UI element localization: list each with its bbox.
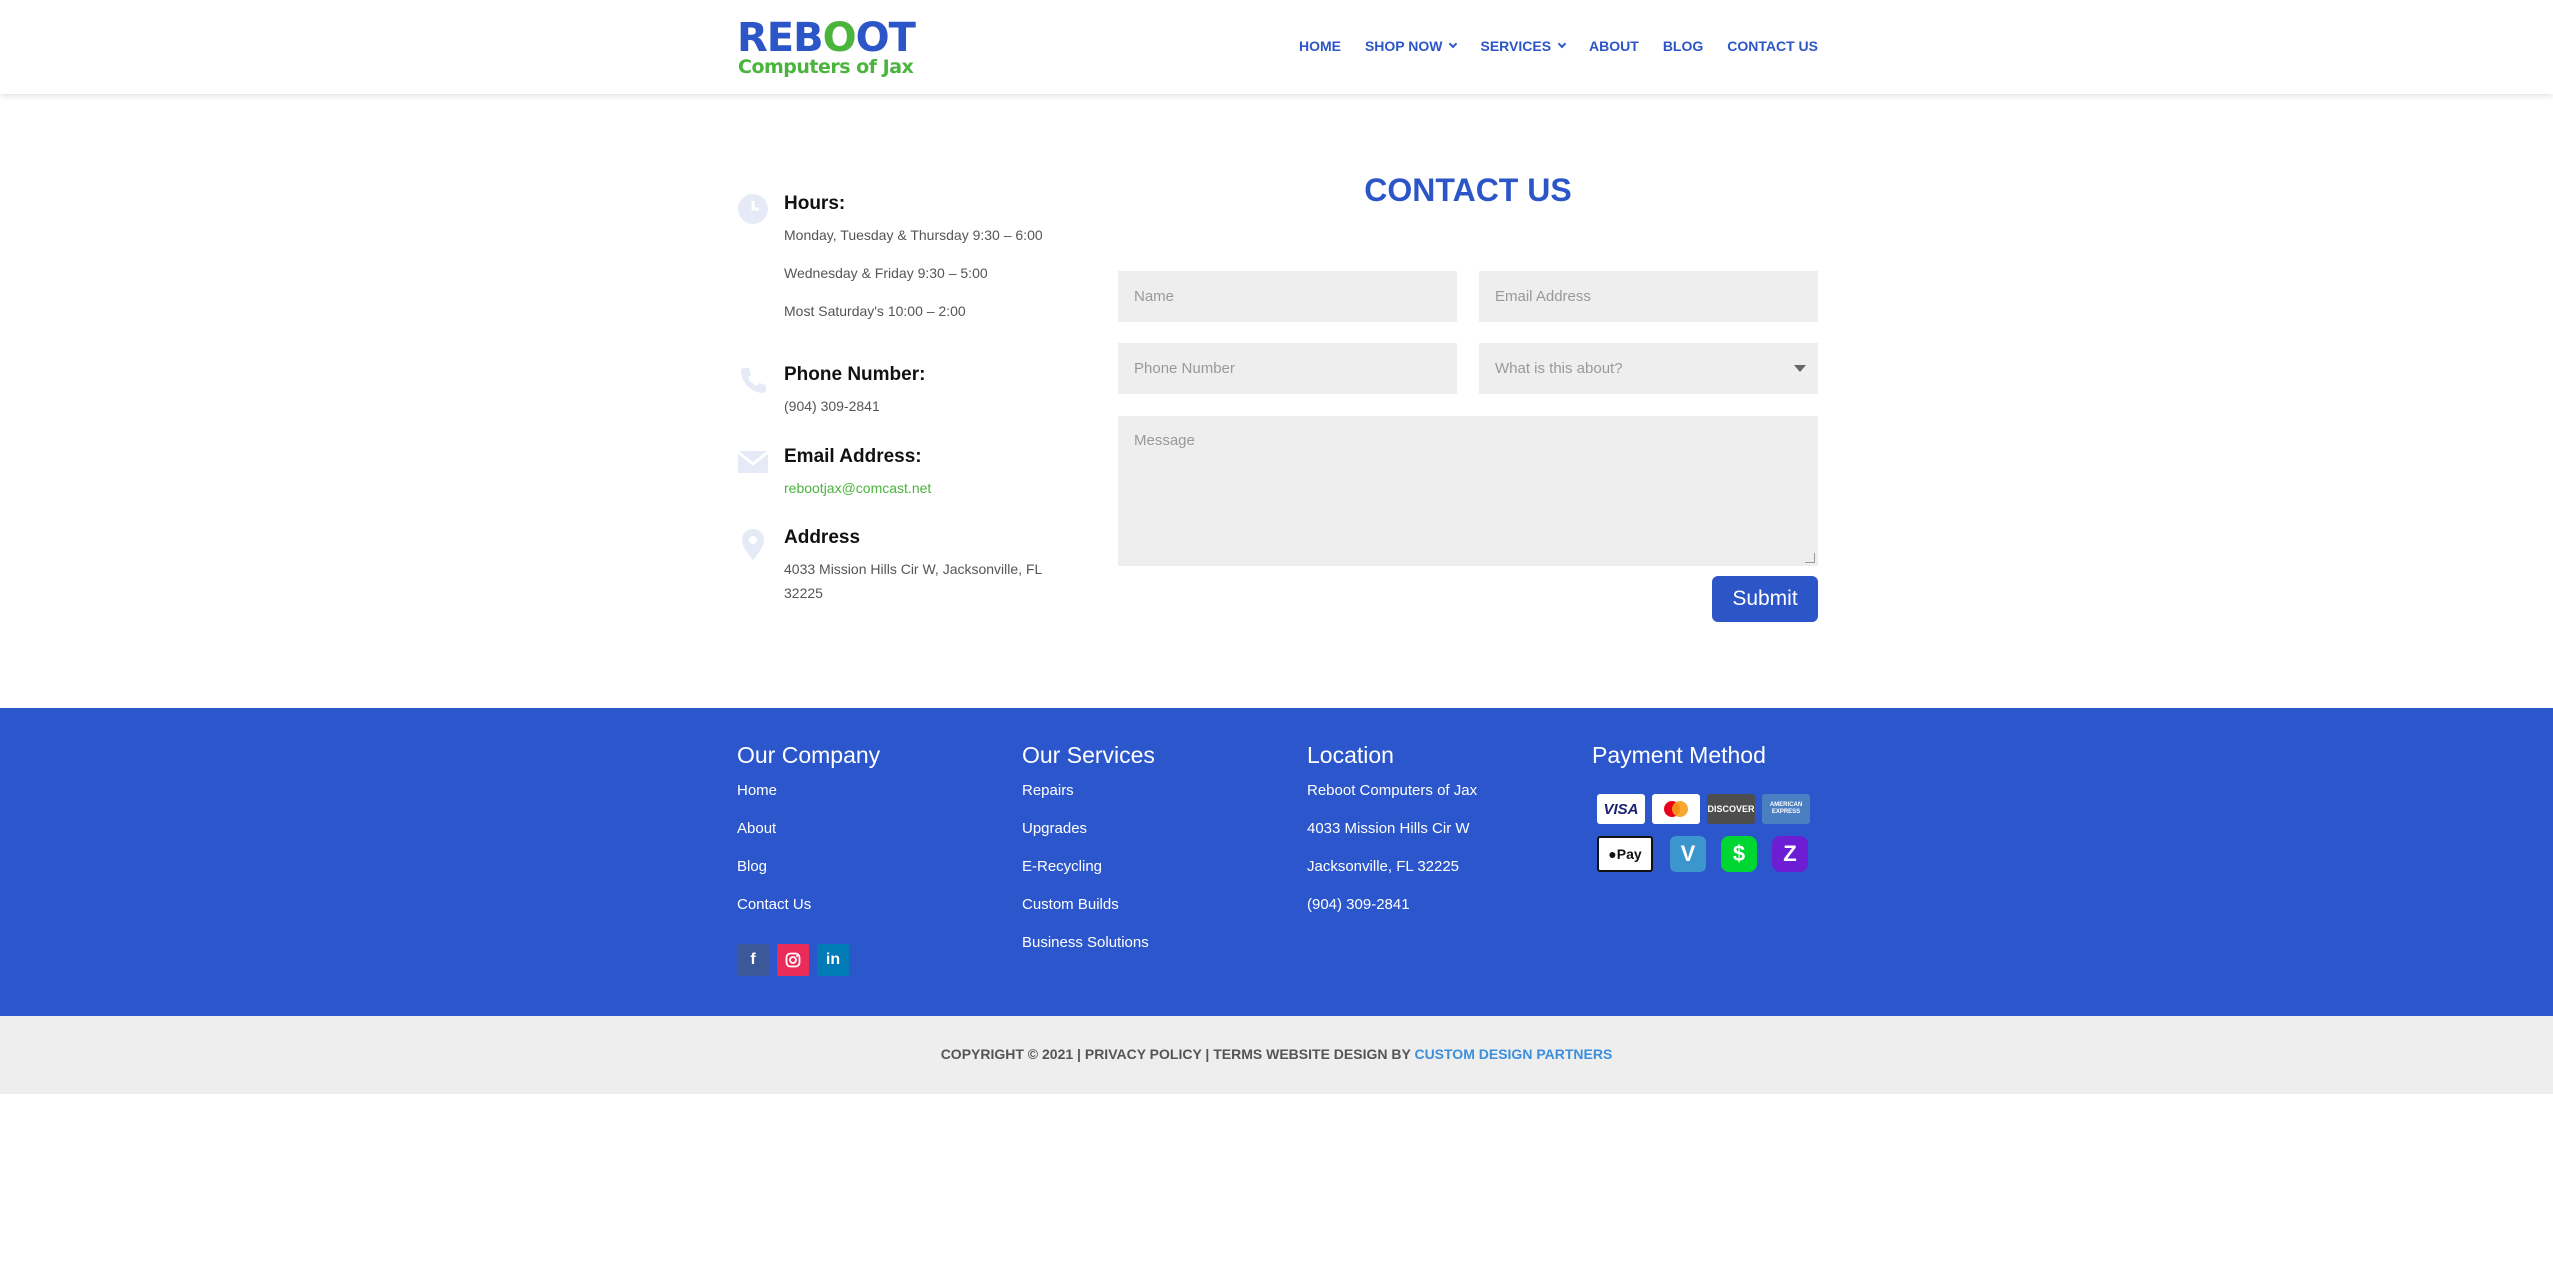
footer-services-heading: Our Services bbox=[1022, 742, 1155, 768]
footer-company: Our Company Home About Blog Contact Us bbox=[737, 742, 880, 933]
message-field[interactable]: Message bbox=[1118, 416, 1818, 566]
email-title: Email Address: bbox=[784, 446, 922, 467]
nav-services[interactable]: SERVICES bbox=[1480, 38, 1567, 54]
clock-icon bbox=[737, 193, 769, 225]
hours-line: Wednesday & Friday 9:30 – 5:00 bbox=[784, 265, 988, 281]
logo-wordmark: REBOOT bbox=[737, 15, 916, 61]
footer-link-upgrades[interactable]: Upgrades bbox=[1022, 819, 1155, 857]
footer-link-e-recycling[interactable]: E-Recycling bbox=[1022, 857, 1155, 895]
address-line: 32225 bbox=[784, 585, 823, 601]
linkedin-icon[interactable]: in bbox=[817, 944, 849, 976]
nav-contact-us[interactable]: CONTACT US bbox=[1727, 38, 1818, 54]
copyright: COPYRIGHT © 2021 | PRIVACY POLICY | TERM… bbox=[0, 1046, 2553, 1062]
nav-about-label: ABOUT bbox=[1589, 38, 1639, 54]
hours-line: Monday, Tuesday & Thursday 9:30 – 6:00 bbox=[784, 227, 1043, 243]
footer-link-business-solutions[interactable]: Business Solutions bbox=[1022, 933, 1155, 971]
phone-placeholder: Phone Number bbox=[1134, 360, 1235, 377]
nav-services-label: SERVICES bbox=[1480, 38, 1552, 54]
caret-down-icon bbox=[1794, 365, 1806, 372]
footer-location-heading: Location bbox=[1307, 742, 1394, 768]
site-logo[interactable]: REBOOT Computers of Jax bbox=[737, 15, 916, 78]
footer-link-contact[interactable]: Contact Us bbox=[737, 895, 880, 933]
phone-title: Phone Number: bbox=[784, 364, 926, 385]
apple-pay-label: Pay bbox=[1616, 846, 1642, 862]
instagram-icon[interactable] bbox=[777, 944, 809, 976]
nav-home-label: HOME bbox=[1298, 38, 1341, 54]
location-line: Jacksonville, FL 32225 bbox=[1307, 858, 1460, 875]
message-placeholder: Message bbox=[1134, 432, 1195, 449]
topic-select[interactable]: What is this about? bbox=[1479, 343, 1818, 394]
footer-link-home[interactable]: Home bbox=[737, 781, 880, 819]
location-line: (904) 309-2841 bbox=[1307, 896, 1410, 913]
footer-link-blog[interactable]: Blog bbox=[737, 857, 880, 895]
phone-value: (904) 309-2841 bbox=[784, 398, 880, 414]
topic-placeholder: What is this about? bbox=[1495, 360, 1623, 377]
main-nav: HOME SHOP NOW SERVICES ABOUT BLOG CONTAC… bbox=[1275, 38, 1818, 54]
name-field[interactable]: Name bbox=[1118, 271, 1457, 322]
resize-handle-icon[interactable] bbox=[1805, 553, 1815, 563]
logo-tagline: Computers of Jax bbox=[738, 56, 914, 78]
address-title: Address bbox=[784, 527, 861, 548]
copyright-text: COPYRIGHT © 2021 | PRIVACY POLICY | TERM… bbox=[940, 1046, 1415, 1062]
email-placeholder: Email Address bbox=[1495, 288, 1591, 305]
payment-methods: VISA DISCOVER AMERICAN EXPRESS ● Pay V $ … bbox=[1597, 794, 1813, 880]
footer-location: Location Reboot Computers of Jax 4033 Mi… bbox=[1307, 742, 1477, 933]
designer-link[interactable]: CUSTOM DESIGN PARTNERS bbox=[1414, 1046, 1612, 1062]
location-line: Reboot Computers of Jax bbox=[1307, 782, 1478, 799]
mastercard-icon bbox=[1652, 794, 1700, 824]
discover-card-icon: DISCOVER bbox=[1707, 794, 1755, 824]
nav-shop-now[interactable]: SHOP NOW bbox=[1364, 38, 1458, 54]
footer-company-heading: Our Company bbox=[737, 742, 881, 768]
submit-button[interactable]: Submit bbox=[1712, 576, 1818, 622]
nav-about[interactable]: ABOUT bbox=[1589, 38, 1639, 54]
apple-icon: ● bbox=[1608, 846, 1617, 862]
hours-title: Hours: bbox=[784, 193, 846, 214]
facebook-icon[interactable]: f bbox=[737, 944, 769, 976]
address-line: 4033 Mission Hills Cir W, Jacksonville, … bbox=[784, 561, 1043, 577]
email-link[interactable]: rebootjax@comcast.net bbox=[784, 480, 931, 496]
nav-blog-label: BLOG bbox=[1662, 38, 1704, 54]
chevron-down-icon bbox=[1557, 39, 1567, 49]
bottom-bar: COPYRIGHT © 2021 | PRIVACY POLICY | TERM… bbox=[0, 1016, 2553, 1094]
cash-app-icon: $ bbox=[1721, 836, 1757, 872]
hours-line: Most Saturday's 10:00 – 2:00 bbox=[784, 303, 966, 319]
footer-link-about[interactable]: About bbox=[737, 819, 880, 857]
chevron-down-icon bbox=[1449, 39, 1458, 49]
envelope-icon bbox=[737, 446, 769, 478]
nav-home[interactable]: HOME bbox=[1299, 38, 1341, 54]
location-line: 4033 Mission Hills Cir W bbox=[1307, 820, 1470, 837]
venmo-icon: V bbox=[1670, 836, 1706, 872]
footer-link-custom-builds[interactable]: Custom Builds bbox=[1022, 895, 1155, 933]
footer-payment-heading: Payment Method bbox=[1592, 742, 1766, 768]
social-links: f in bbox=[737, 944, 849, 976]
email-field[interactable]: Email Address bbox=[1479, 271, 1818, 322]
amex-card-icon: AMERICAN EXPRESS bbox=[1762, 794, 1810, 824]
nav-contact-us-label: CONTACT US bbox=[1727, 38, 1818, 54]
site-header: REBOOT Computers of Jax HOME SHOP NOW SE… bbox=[0, 0, 2553, 94]
footer-payment: Payment Method bbox=[1592, 742, 1766, 781]
footer-services: Our Services Repairs Upgrades E-Recyclin… bbox=[1022, 742, 1155, 971]
nav-blog[interactable]: BLOG bbox=[1663, 38, 1703, 54]
visa-card-icon: VISA bbox=[1597, 794, 1645, 824]
footer-link-repairs[interactable]: Repairs bbox=[1022, 781, 1155, 819]
zelle-icon: Z bbox=[1772, 836, 1808, 872]
phone-field[interactable]: Phone Number bbox=[1118, 343, 1457, 394]
site-footer: Our Company Home About Blog Contact Us f… bbox=[0, 708, 2553, 1016]
nav-shop-now-label: SHOP NOW bbox=[1364, 38, 1443, 54]
phone-icon bbox=[737, 364, 769, 396]
contact-title: CONTACT US bbox=[1364, 172, 1572, 208]
apple-pay-icon: ● Pay bbox=[1597, 836, 1653, 872]
map-pin-icon bbox=[737, 527, 769, 560]
name-placeholder: Name bbox=[1134, 288, 1175, 305]
